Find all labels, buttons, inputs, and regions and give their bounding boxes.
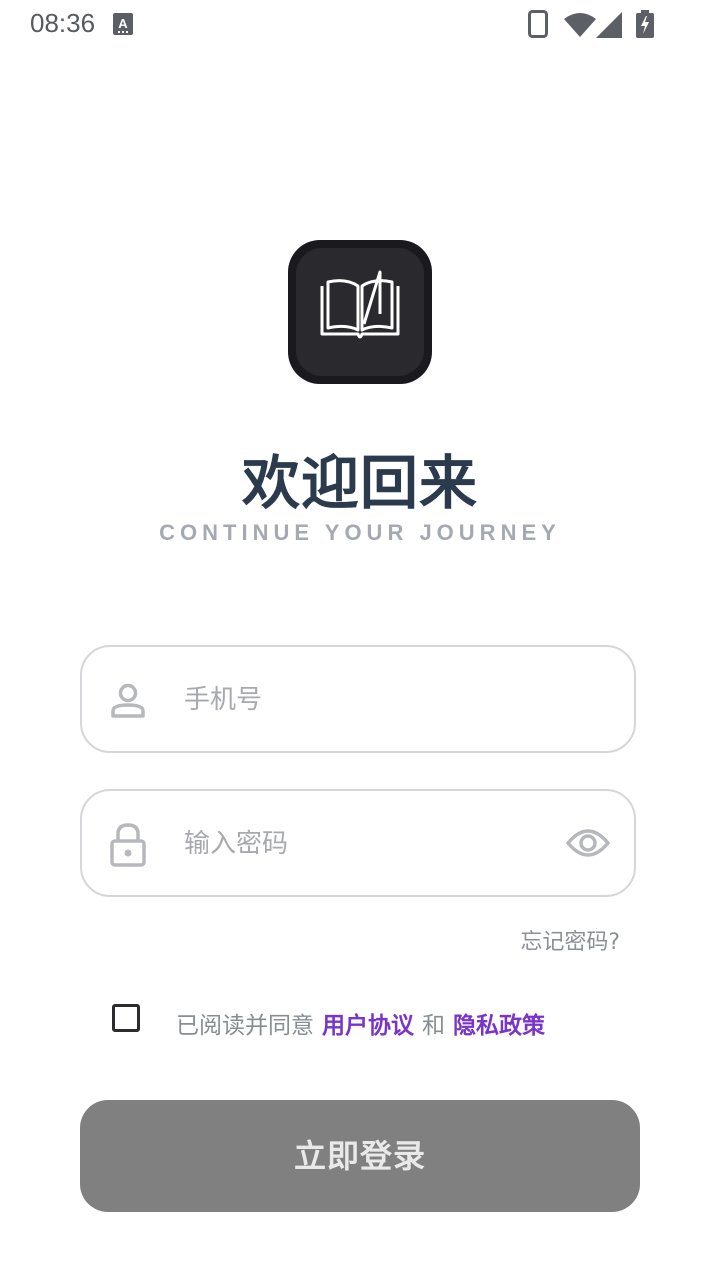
phone-field[interactable] xyxy=(80,645,636,753)
privacy-policy-link[interactable]: 隐私政策 xyxy=(453,1013,545,1039)
notification-a-icon: A xyxy=(113,13,133,35)
agreement-prefix: 已阅读并同意 xyxy=(176,1013,314,1039)
status-time: 08:36 xyxy=(30,8,96,38)
agreement-checkbox[interactable] xyxy=(112,1004,140,1032)
eye-icon[interactable] xyxy=(565,827,611,863)
agreement-joiner: 和 xyxy=(422,1013,445,1039)
phone-input[interactable] xyxy=(184,683,544,717)
user-agreement-link[interactable]: 用户协议 xyxy=(322,1013,414,1039)
app-logo xyxy=(288,240,432,384)
lock-icon xyxy=(110,823,146,871)
login-button[interactable]: 立即登录 xyxy=(80,1100,640,1212)
user-icon xyxy=(110,683,146,723)
forgot-password-link[interactable]: 忘记密码? xyxy=(520,924,620,956)
agreement-row: 已阅读并同意 用户协议和隐私政策 xyxy=(112,1004,632,1040)
status-bar: 08:36 A xyxy=(0,0,720,48)
page-title: 欢迎回来 xyxy=(241,449,478,517)
page-subtitle: CONTINUE YOUR JOURNEY xyxy=(159,520,561,545)
agreement-text: 已阅读并同意 用户协议和隐私政策 xyxy=(176,1006,545,1040)
status-icons xyxy=(528,8,668,40)
password-input[interactable] xyxy=(184,827,544,861)
svg-text:A: A xyxy=(118,16,128,31)
password-field[interactable] xyxy=(80,789,636,897)
